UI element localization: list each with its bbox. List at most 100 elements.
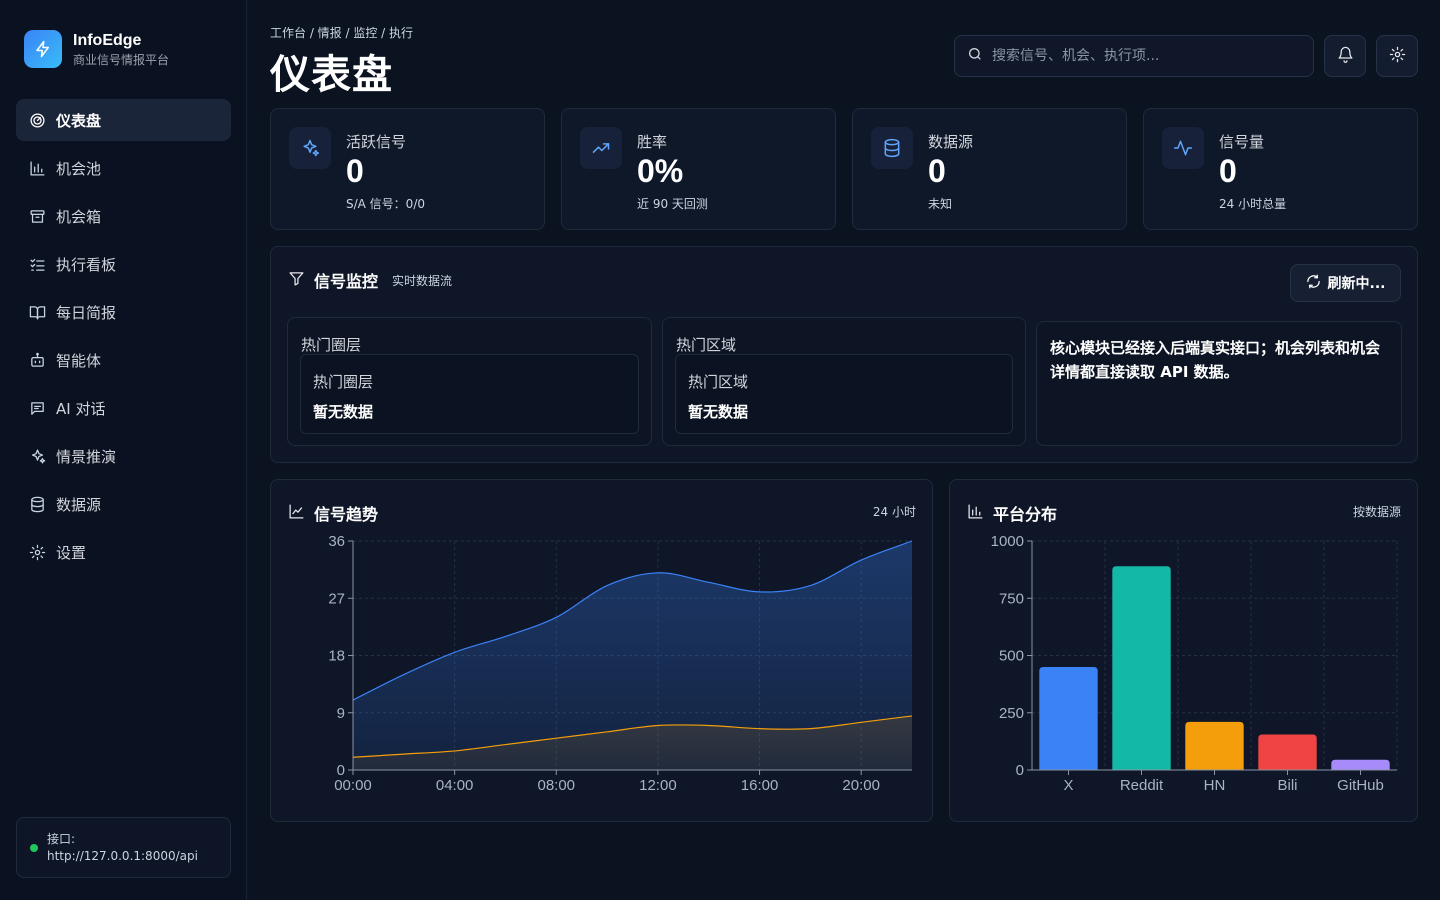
y-tick-label: 36 (328, 533, 345, 550)
sidebar-item-label: 机会箱 (56, 207, 102, 226)
sidebar-item-agents[interactable]: 智能体 (16, 339, 231, 381)
stat-value: 0 (928, 153, 946, 189)
stat-card-active-signals[interactable]: 活跃信号 0 S/A 信号：0/0 (270, 108, 545, 230)
api-url: http://127.0.0.1:8000/api (47, 849, 198, 863)
sidebar-item-execution-board[interactable]: 执行看板 (16, 243, 231, 285)
bar-chart-icon (28, 159, 46, 177)
archive-box-icon (28, 207, 46, 225)
platform-distribution-panel: 平台分布 按数据源 0 250 500 750 1000 X Reddit HN Bili Git… (949, 479, 1418, 822)
stat-label: 活跃信号 (346, 133, 407, 151)
sidebar-item-opportunity-pool[interactable]: 机会池 (16, 147, 231, 189)
stat-value: 0 (1219, 153, 1237, 189)
integration-note-text: 核心模块已经接入后端真实接口；机会列表和机会详情都直接读取 API 数据。 (1050, 339, 1381, 381)
breadcrumb: 工作台 / 情报 / 监控 / 执行 (270, 26, 414, 40)
y-tick-label: 0 (1016, 762, 1024, 779)
bell-icon (1337, 46, 1354, 67)
page-title: 仪表盘 (270, 52, 393, 98)
sidebar-item-opportunity-box[interactable]: 机会箱 (16, 195, 231, 237)
filter-icon (288, 270, 314, 291)
stat-sub: 24 小时总量 (1219, 197, 1287, 211)
sidebar-item-label: 设置 (56, 543, 87, 562)
x-tick-label: 16:00 (741, 777, 779, 794)
book-open-icon (28, 303, 46, 321)
x-tick-label: 04:00 (436, 777, 474, 794)
sidebar-item-label: 智能体 (56, 351, 102, 370)
bar-x (1039, 666, 1098, 770)
stat-sub: 未知 (928, 197, 953, 211)
gauge-icon (28, 111, 46, 129)
panel-header: 信号监控 实时数据流 (288, 268, 452, 292)
stat-card-signal-volume[interactable]: 信号量 0 24 小时总量 (1143, 108, 1418, 230)
x-tick-label: X (1063, 777, 1073, 794)
x-tick-label: 00:00 (334, 777, 372, 794)
x-tick-label: 12:00 (639, 777, 677, 794)
sidebar-item-label: 仪表盘 (56, 111, 102, 130)
y-tick-label: 250 (999, 705, 1024, 722)
x-tick-label: 20:00 (842, 777, 880, 794)
gear-icon (1389, 46, 1406, 67)
activity-icon (1162, 127, 1204, 169)
search-bar[interactable] (954, 35, 1314, 77)
y-tick-label: 9 (337, 705, 345, 722)
api-label: 接口: (47, 832, 76, 846)
database-icon (28, 495, 46, 513)
sidebar-item-label: 情景推演 (56, 447, 117, 466)
sidebar-item-data-sources[interactable]: 数据源 (16, 483, 231, 525)
api-status: 接口: http://127.0.0.1:8000/api (16, 817, 231, 878)
hot-regions-title: 热门区域 (676, 336, 737, 354)
sidebar-item-label: 每日简报 (56, 303, 117, 322)
hot-layers-empty: 暂无数据 (313, 403, 374, 421)
stat-card-data-sources[interactable]: 数据源 0 未知 (852, 108, 1127, 230)
sidebar-item-ai-chat[interactable]: AI 对话 (16, 387, 231, 429)
sidebar-item-label: 执行看板 (56, 255, 117, 274)
x-tick-label: GitHub (1337, 777, 1384, 794)
x-tick-label: Bili (1277, 777, 1297, 794)
x-tick-label: Reddit (1120, 777, 1164, 794)
stat-card-win-rate[interactable]: 胜率 0% 近 90 天回测 (561, 108, 836, 230)
sidebar-item-label: AI 对话 (56, 399, 106, 418)
hot-regions-card: 热门区域 暂无数据 (675, 354, 1013, 434)
lightning-icon (24, 30, 62, 68)
sidebar-nav: 仪表盘 机会池 机会箱 执行看板 每日简报 智能体 AI 对话 情景推演 数据源… (16, 99, 231, 579)
y-tick-label: 750 (999, 590, 1024, 607)
brand[interactable]: InfoEdge 商业信号情报平台 (24, 30, 169, 68)
stat-sub: S/A 信号：0/0 (346, 197, 425, 211)
signal-trend-panel: 信号趋势 24 小时 0 9 18 27 36 00:00 04:00 08:00 12:00 1… (270, 479, 933, 822)
message-square-icon (28, 399, 46, 417)
sidebar-item-daily-brief[interactable]: 每日简报 (16, 291, 231, 333)
sidebar-item-settings[interactable]: 设置 (16, 531, 231, 573)
hot-layers-title: 热门圈层 (301, 336, 362, 354)
sparkles-icon (289, 127, 331, 169)
gear-icon (28, 543, 46, 561)
y-tick-label: 18 (328, 648, 345, 665)
sidebar-item-label: 机会池 (56, 159, 102, 178)
stat-value: 0 (346, 153, 364, 189)
sidebar-item-label: 数据源 (56, 495, 102, 514)
brand-subtitle: 商业信号情报平台 (73, 52, 170, 67)
stat-sub: 近 90 天回测 (637, 197, 708, 211)
notifications-button[interactable] (1324, 35, 1366, 77)
panel-subtitle: 实时数据流 (392, 273, 453, 288)
x-tick-label: 08:00 (537, 777, 575, 794)
y-tick-label: 500 (999, 648, 1024, 665)
search-icon (967, 46, 983, 66)
hot-regions-card-title: 热门区域 (688, 373, 749, 391)
search-input[interactable] (992, 48, 1292, 64)
status-dot (30, 844, 38, 852)
integration-note: 核心模块已经接入后端真实接口；机会列表和机会详情都直接读取 API 数据。 (1036, 321, 1402, 446)
signal-trend-chart: 0918273600:00 04:00 08:00 12:00 16:00 20:00 (328, 533, 913, 794)
hot-layers-card: 热门圈层 暂无数据 (300, 354, 639, 434)
bar-reddit (1112, 566, 1171, 770)
settings-button[interactable] (1376, 35, 1418, 77)
hot-regions-panel: 热门区域 热门区域 暂无数据 (662, 317, 1026, 446)
refresh-icon (1306, 274, 1328, 293)
sidebar-item-dashboard[interactable]: 仪表盘 (16, 99, 231, 141)
refresh-button[interactable]: 刷新中... (1290, 264, 1401, 302)
hot-layers-panel: 热门圈层 热门圈层 暂无数据 (287, 317, 652, 446)
hot-layers-card-title: 热门圈层 (313, 373, 374, 391)
signal-monitor-panel: 信号监控 实时数据流 刷新中... 热门圈层 热门圈层 暂无数据 热门区域 热门… (270, 246, 1418, 463)
sidebar-item-scenario[interactable]: 情景推演 (16, 435, 231, 477)
sidebar: InfoEdge 商业信号情报平台 仪表盘 机会池 机会箱 执行看板 每日简报 … (0, 0, 247, 900)
x-tick-label: HN (1204, 777, 1226, 794)
bot-icon (28, 351, 46, 369)
